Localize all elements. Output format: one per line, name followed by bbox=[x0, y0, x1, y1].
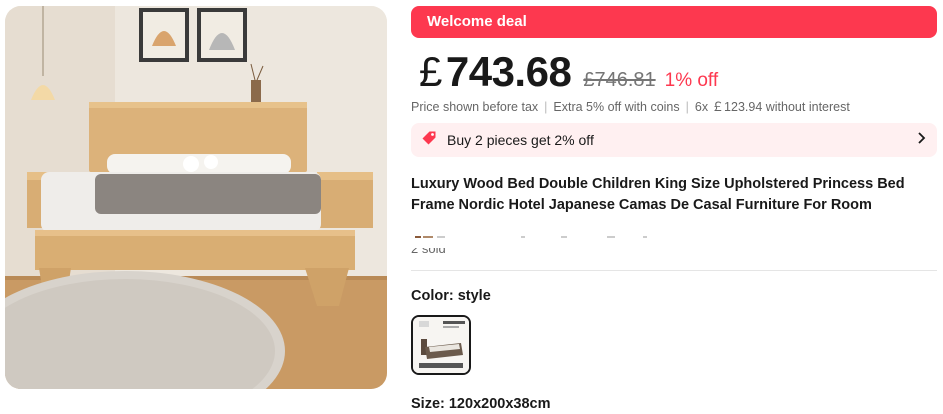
tax-note: Price shown before tax bbox=[411, 100, 539, 114]
current-price: £743.68 bbox=[419, 48, 572, 96]
welcome-deal-banner: Welcome deal bbox=[411, 6, 937, 38]
rating-strip bbox=[411, 230, 711, 238]
separator: | bbox=[544, 100, 548, 114]
color-swatch-style[interactable] bbox=[411, 315, 471, 375]
tag-icon bbox=[421, 130, 437, 151]
original-price: £746.81 bbox=[583, 69, 656, 91]
sold-count: 2 sold bbox=[411, 248, 446, 257]
color-option-label: Color: style bbox=[411, 288, 491, 304]
price-notes: Price shown before tax | Extra 5% off with… bbox=[411, 96, 850, 115]
size-option-label: Size: 120x200x38cm bbox=[411, 396, 551, 412]
current-price-value: 743.68 bbox=[445, 48, 572, 95]
section-divider bbox=[411, 270, 937, 271]
discount-percent: 1% off bbox=[664, 70, 719, 91]
bundle-promo-bar[interactable]: Buy 2 pieces get 2% off bbox=[411, 123, 937, 157]
product-info-panel: Welcome deal £743.68 £746.81 1% off Pric… bbox=[411, 6, 937, 412]
promo-text: Buy 2 pieces get 2% off bbox=[447, 132, 594, 148]
installment-offer[interactable]: 6x ￡123.94 without interest bbox=[695, 100, 850, 114]
price-row: £743.68 £746.81 1% off bbox=[419, 48, 718, 96]
chevron-right-icon[interactable] bbox=[915, 131, 927, 150]
bed-photo bbox=[5, 6, 387, 389]
product-main-image[interactable] bbox=[5, 6, 387, 389]
sold-count-text: 2 sold bbox=[411, 248, 446, 256]
currency-symbol: £ bbox=[419, 48, 442, 95]
product-title: Luxury Wood Bed Double Children King Siz… bbox=[411, 176, 905, 213]
swatch-bed-thumbnail bbox=[413, 317, 469, 373]
coins-offer[interactable]: Extra 5% off with coins bbox=[553, 100, 679, 114]
separator: | bbox=[685, 100, 689, 114]
